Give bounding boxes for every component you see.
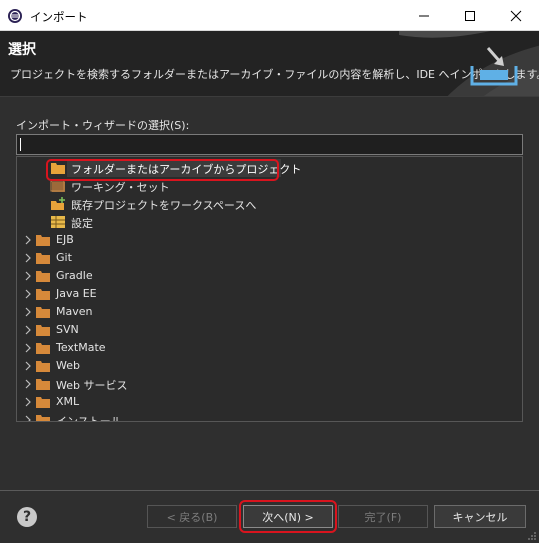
chevron-right-icon[interactable] — [23, 235, 33, 245]
maximize-button[interactable] — [447, 0, 493, 31]
minimize-button[interactable] — [401, 0, 447, 31]
close-icon — [510, 10, 522, 21]
back-button[interactable]: < 戻る(B) — [147, 505, 237, 528]
chevron-right-icon[interactable] — [23, 271, 33, 281]
chevron-right-icon[interactable] — [23, 325, 33, 335]
chevron-right-icon[interactable] — [23, 307, 33, 317]
chevron-right-icon[interactable] — [23, 361, 33, 371]
page-title: 選択 — [8, 42, 36, 58]
folder-icon — [36, 379, 50, 390]
resize-grip-icon[interactable] — [527, 531, 537, 541]
folder-icon — [36, 343, 50, 354]
tree-item-label: ワーキング・セット — [71, 181, 170, 194]
tree-category-maven[interactable]: Maven — [17, 303, 512, 321]
folder-icon — [36, 289, 50, 300]
tree-category-web[interactable]: Web — [17, 357, 512, 375]
tree-item-preferences[interactable]: 設定 — [17, 213, 512, 231]
folder-icon — [36, 361, 50, 372]
eclipse-app-icon — [8, 9, 22, 23]
wizard-header: 選択 プロジェクトを検索するフォルダーまたはアーカイブ・ファイルの内容を解析し、… — [0, 31, 539, 97]
wizard-select-label: インポート・ウィザードの選択(S): — [16, 119, 190, 132]
tree-category-ejb[interactable]: EJB — [17, 231, 512, 249]
tree-category-install[interactable]: インストール — [17, 411, 512, 422]
finish-button[interactable]: 完了(F) — [338, 505, 428, 528]
text-caret — [20, 138, 21, 151]
tree-item-label: Gradle — [56, 269, 93, 282]
import-wizard-icon — [470, 47, 518, 86]
tree-item-label: Maven — [56, 305, 93, 318]
chevron-right-icon[interactable] — [23, 379, 33, 389]
tree-category-xml[interactable]: XML — [17, 393, 512, 411]
tree-scrollbar[interactable] — [522, 157, 523, 421]
help-button[interactable]: ? — [17, 507, 37, 527]
minimize-icon — [419, 15, 429, 16]
tree-category-git[interactable]: Git — [17, 249, 512, 267]
tree-item-label: Web サービス — [56, 379, 128, 392]
page-description: プロジェクトを検索するフォルダーまたはアーカイブ・ファイルの内容を解析し、IDE… — [10, 68, 539, 81]
tree-item-label: TextMate — [56, 341, 106, 354]
window-title: インポート — [30, 10, 88, 24]
working-set-icon — [50, 180, 65, 192]
chevron-right-icon[interactable] — [23, 289, 33, 299]
wizard-footer: ? < 戻る(B) 次へ(N) > 完了(F) キャンセル — [0, 490, 539, 543]
tree-item-label: Web — [56, 359, 80, 372]
folder-icon — [36, 271, 50, 282]
title-bar: インポート — [0, 0, 539, 31]
existing-project-icon — [51, 197, 65, 210]
tree-item-label: 設定 — [71, 217, 93, 230]
tree-item-label: Java EE — [56, 287, 97, 300]
tree-item-label: Git — [56, 251, 72, 264]
chevron-right-icon[interactable] — [23, 415, 33, 422]
tree-category-java-ee[interactable]: Java EE — [17, 285, 512, 303]
tree-category-svn[interactable]: SVN — [17, 321, 512, 339]
tree-item-label: 既存プロジェクトをワークスペースへ — [71, 199, 257, 212]
tree-category-web-services[interactable]: Web サービス — [17, 375, 512, 393]
annotation-highlight — [46, 159, 279, 181]
tree-category-textmate[interactable]: TextMate — [17, 339, 512, 357]
tree-category-gradle[interactable]: Gradle — [17, 267, 512, 285]
chevron-right-icon[interactable] — [23, 253, 33, 263]
tree-item-label: インストール — [56, 415, 122, 422]
folder-icon — [36, 307, 50, 318]
preferences-icon — [51, 216, 65, 228]
tree-item-label: SVN — [56, 323, 79, 336]
next-button-highlight — [239, 500, 337, 533]
folder-icon — [36, 415, 50, 421]
chevron-right-icon[interactable] — [23, 343, 33, 353]
folder-icon — [36, 253, 50, 264]
tree-item-label: XML — [56, 395, 80, 408]
close-button[interactable] — [493, 0, 539, 31]
maximize-icon — [465, 10, 475, 21]
folder-icon — [36, 397, 50, 408]
folder-icon — [36, 325, 50, 336]
filter-input[interactable] — [16, 134, 523, 155]
chevron-right-icon[interactable] — [23, 397, 33, 407]
cancel-button[interactable]: キャンセル — [434, 505, 526, 528]
tree-item-label: EJB — [56, 233, 74, 246]
folder-icon — [36, 235, 50, 246]
wizard-tree[interactable]: フォルダーまたはアーカイブからプロジェクト ワーキング・セット 既存プロジェクト… — [16, 156, 523, 422]
tree-item-existing-projects[interactable]: 既存プロジェクトをワークスペースへ — [17, 195, 512, 213]
wizard-body: インポート・ウィザードの選択(S): フォルダーまたはアーカイブからプロジェクト… — [0, 98, 539, 490]
